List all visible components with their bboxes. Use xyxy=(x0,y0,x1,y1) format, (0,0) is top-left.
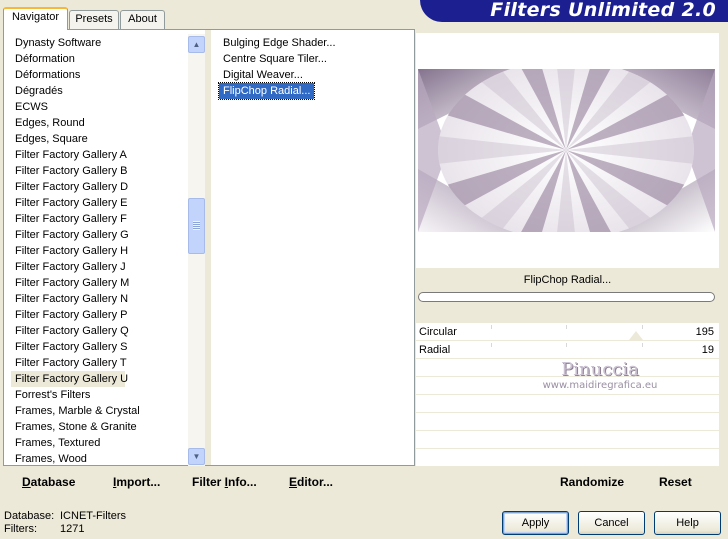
tab-navigator[interactable]: Navigator xyxy=(3,7,68,30)
slider-tick xyxy=(642,343,643,347)
filter-item[interactable]: Digital Weaver... xyxy=(219,67,303,83)
slider-radial-value: 19 xyxy=(701,344,714,356)
reset-link[interactable]: Reset xyxy=(659,475,692,489)
category-item[interactable]: Edges, Round xyxy=(11,115,189,131)
category-scrollbar[interactable]: ▲ ▼ xyxy=(188,34,205,466)
slider-circular[interactable]: Circular 195 xyxy=(416,323,719,341)
category-item[interactable]: Filter Factory Gallery E xyxy=(11,195,189,211)
scroll-down-button[interactable]: ▼ xyxy=(188,448,205,465)
editor-link[interactable]: Editor... xyxy=(289,475,333,489)
filters-label: Filters: xyxy=(4,523,37,535)
empty-slider-row xyxy=(416,449,719,467)
category-item[interactable]: Filter Factory Gallery S xyxy=(11,339,189,355)
category-item[interactable]: Filter Factory Gallery Q xyxy=(11,323,189,339)
category-item[interactable]: ECWS xyxy=(11,99,189,115)
database-value: ICNET-Filters xyxy=(60,510,126,522)
filter-info-link[interactable]: Filter Info... xyxy=(192,475,257,489)
category-list[interactable]: Dynasty Software Déformation Déformations D… xyxy=(11,35,189,467)
current-filter-name: FlipChop Radial... xyxy=(523,274,612,286)
slider-tick xyxy=(491,343,492,347)
filter-item[interactable]: FlipChop Radial... xyxy=(217,82,316,100)
slider-radial-label: Radial xyxy=(419,344,451,356)
empty-slider-row xyxy=(416,431,719,449)
category-item[interactable]: Dynasty Software xyxy=(11,35,189,51)
category-item[interactable]: Edges, Square xyxy=(11,131,189,147)
slider-tick xyxy=(566,343,567,347)
category-item[interactable]: Forrest's Filters xyxy=(11,387,189,403)
apply-button[interactable]: Apply xyxy=(502,511,569,535)
category-item[interactable]: Frames, Marble & Crystal xyxy=(11,403,189,419)
filter-list[interactable]: Bulging Edge Shader... Centre Square Tile… xyxy=(217,35,404,100)
slider-tick xyxy=(566,325,567,329)
filter-preview-image xyxy=(418,69,715,232)
progress-bar xyxy=(418,292,715,302)
scroll-up-button[interactable]: ▲ xyxy=(188,36,205,53)
randomize-link[interactable]: Randomize xyxy=(560,475,624,489)
category-item[interactable]: Filter Factory Gallery J xyxy=(11,259,189,275)
category-item[interactable]: Filter Factory Gallery H xyxy=(11,243,189,259)
slider-tick xyxy=(491,325,492,329)
category-item[interactable]: Filter Factory Gallery M xyxy=(11,275,189,291)
database-link[interactable]: Database xyxy=(22,475,75,489)
empty-slider-row xyxy=(416,359,719,377)
category-item[interactable]: Filter Factory Gallery U xyxy=(11,371,128,387)
category-item[interactable]: Filter Factory Gallery F xyxy=(11,211,189,227)
filter-item[interactable]: Centre Square Tiler... xyxy=(219,51,327,67)
category-item[interactable]: Filter Factory Gallery D xyxy=(11,179,189,195)
slider-radial[interactable]: Radial 19 xyxy=(416,341,719,359)
filters-count: 1271 xyxy=(60,523,85,535)
category-item[interactable]: Frames, Textured xyxy=(11,435,189,451)
empty-slider-row xyxy=(416,377,719,395)
help-button[interactable]: Help xyxy=(654,511,721,535)
slider-circular-value: 195 xyxy=(695,326,714,338)
parameter-sliders: Circular 195 Radial 19 xyxy=(416,323,719,467)
category-item[interactable]: Déformation xyxy=(11,51,189,67)
slider-circular-label: Circular xyxy=(419,326,457,338)
tab-about[interactable]: About xyxy=(120,10,165,29)
grip-icon xyxy=(193,221,200,230)
app-title: Filters Unlimited 2.0 xyxy=(490,0,716,21)
import-link[interactable]: Import... xyxy=(113,475,160,489)
footer-info: Database: ICNET-Filters Filters: 1271 xyxy=(4,510,126,536)
tab-presets[interactable]: Presets xyxy=(69,10,119,29)
cancel-button[interactable]: Cancel xyxy=(578,511,645,535)
category-item[interactable]: Filter Factory Gallery P xyxy=(11,307,189,323)
scroll-thumb[interactable] xyxy=(188,198,205,254)
category-item[interactable]: Filter Factory Gallery A xyxy=(11,147,189,163)
filter-item[interactable]: Bulging Edge Shader... xyxy=(219,35,336,51)
empty-slider-row xyxy=(416,395,719,413)
category-item[interactable]: Filter Factory Gallery B xyxy=(11,163,189,179)
category-item[interactable]: Filter Factory Gallery T xyxy=(11,355,189,371)
category-item[interactable]: Filter Factory Gallery N xyxy=(11,291,189,307)
radial-pattern-graphic xyxy=(418,69,715,232)
slider-marker-icon[interactable] xyxy=(629,331,643,340)
empty-slider-row xyxy=(416,413,719,431)
database-label: Database: xyxy=(4,510,55,522)
action-link-bar: Database Import... Filter Info... Editor… xyxy=(3,468,719,495)
category-item[interactable]: Déformations xyxy=(11,67,189,83)
category-item[interactable]: Frames, Wood xyxy=(11,451,189,467)
list-divider xyxy=(205,30,211,465)
category-item[interactable]: Dégradés xyxy=(11,83,189,99)
category-item[interactable]: Frames, Stone & Granite xyxy=(11,419,189,435)
slider-tick xyxy=(642,325,643,329)
category-item[interactable]: Filter Factory Gallery G xyxy=(11,227,189,243)
title-banner: Filters Unlimited 2.0 xyxy=(420,0,728,22)
